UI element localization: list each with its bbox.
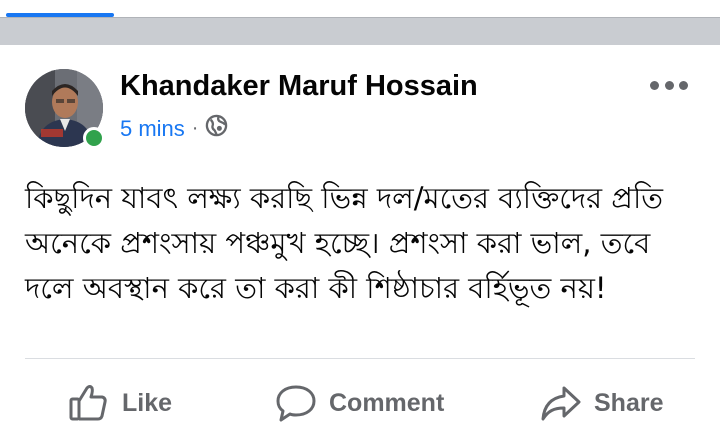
share-arrow-icon [541, 386, 581, 421]
more-dot-icon [679, 80, 688, 90]
more-dot-icon [650, 80, 659, 90]
top-bar [0, 0, 720, 45]
comment-label: Comment [329, 388, 445, 417]
online-status-dot [83, 127, 105, 149]
comment-button[interactable]: Comment [275, 378, 444, 428]
post-timestamp[interactable]: 5 mins [120, 116, 185, 142]
more-options-button[interactable] [650, 73, 688, 97]
like-label: Like [122, 388, 173, 417]
avatar[interactable] [25, 69, 105, 149]
share-label: Share [594, 388, 664, 417]
feed-divider [0, 17, 720, 45]
actions-divider [25, 358, 695, 359]
post-author-name[interactable]: Khandaker Maruf Hossain [120, 70, 478, 103]
comment-bubble-icon [276, 385, 316, 422]
share-button[interactable]: Share [540, 378, 663, 428]
globe-icon [205, 114, 228, 143]
more-dot-icon [664, 80, 674, 90]
meta-separator: · [191, 117, 199, 139]
post-body-text: কিছুদিন যাবৎ লক্ষ্য করছি ভিন্ন দল/মতের ব… [25, 181, 664, 305]
post-meta: 5 mins · [120, 114, 228, 143]
like-button[interactable]: Like [68, 378, 172, 428]
post-actions-bar: Like Comment Share [0, 378, 720, 428]
thumbs-up-icon [69, 385, 107, 421]
